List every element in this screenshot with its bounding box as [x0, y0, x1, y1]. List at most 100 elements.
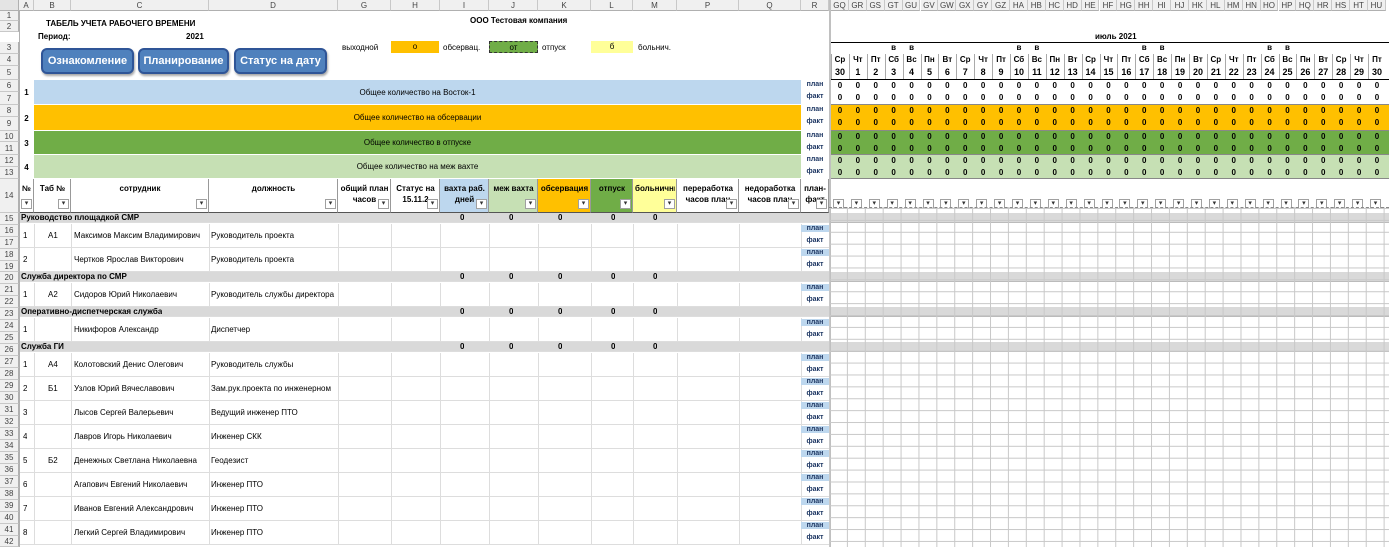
row-header[interactable]: 26 — [0, 344, 19, 356]
row-header[interactable]: 1 — [0, 11, 19, 21]
row-header[interactable]: 9 — [0, 117, 19, 131]
column-header[interactable]: J — [489, 0, 538, 11]
row-header[interactable]: 14 — [0, 179, 19, 213]
column-header[interactable]: GW — [938, 0, 957, 11]
employee-name[interactable]: Никифоров Александр — [74, 326, 208, 334]
employee-name[interactable]: Максимов Максим Владимирович — [74, 232, 208, 240]
row-header[interactable]: 17 — [0, 237, 19, 249]
row-header[interactable]: 28 — [0, 368, 19, 380]
status-date-button[interactable]: Статус на дату — [234, 48, 327, 74]
column-header[interactable]: HU — [1368, 0, 1386, 11]
column-header[interactable]: GU — [902, 0, 921, 11]
employee-position[interactable]: Инженер ПТО — [211, 481, 337, 489]
column-header[interactable]: Q — [739, 0, 801, 11]
column-header[interactable]: HJ — [1171, 0, 1189, 11]
row-header[interactable]: 20 — [0, 272, 19, 284]
column-header[interactable]: GS — [866, 0, 885, 11]
employee-position[interactable]: Геодезист — [211, 457, 337, 465]
employee-position[interactable]: Руководитель службы директора — [211, 291, 337, 299]
column-header[interactable]: K — [538, 0, 591, 11]
column-header[interactable]: I — [440, 0, 489, 11]
row-header[interactable]: 24 — [0, 320, 19, 332]
employee-name[interactable]: Денежных Светлана Николаевна — [74, 457, 208, 465]
planning-button[interactable]: Планирование — [138, 48, 229, 74]
row-header[interactable]: 4 — [0, 54, 19, 66]
employee-position[interactable]: Инженер ПТО — [211, 529, 337, 537]
column-header[interactable]: HS — [1332, 0, 1351, 11]
column-header[interactable]: HI — [1153, 0, 1172, 11]
column-header[interactable]: HC — [1045, 0, 1064, 11]
column-header[interactable]: HO — [1260, 0, 1279, 11]
employee-name[interactable]: Легкий Сергей Владимирович — [74, 529, 208, 537]
corner-cell[interactable] — [0, 0, 19, 11]
filter-dropdown[interactable]: ▾ — [21, 199, 32, 209]
column-header[interactable]: D — [209, 0, 338, 11]
row-header[interactable]: 30 — [0, 392, 19, 404]
column-header[interactable]: HR — [1314, 0, 1333, 11]
employee-position[interactable]: Руководитель службы — [211, 361, 337, 369]
employee-name[interactable]: Иванов Евгений Александрович — [74, 505, 208, 513]
column-header[interactable]: G — [338, 0, 391, 11]
filter-dropdown[interactable]: ▾ — [788, 199, 799, 209]
row-header[interactable]: 32 — [0, 416, 19, 428]
filter-dropdown[interactable]: ▾ — [525, 199, 536, 209]
column-header[interactable]: HH — [1135, 0, 1154, 11]
column-header[interactable]: GT — [884, 0, 903, 11]
row-header[interactable]: 11 — [0, 142, 19, 155]
row-header[interactable]: 39 — [0, 500, 19, 512]
row-header[interactable]: 23 — [0, 308, 19, 320]
employee-name[interactable]: Агапович Евгений Николаевич — [74, 481, 208, 489]
row-header[interactable]: 7 — [0, 92, 19, 105]
column-header[interactable]: GX — [956, 0, 975, 11]
row-header[interactable]: 5 — [0, 66, 19, 80]
row-header[interactable]: 37 — [0, 476, 19, 488]
row-header[interactable]: 16 — [0, 225, 19, 237]
column-header[interactable]: GR — [848, 0, 867, 11]
column-header[interactable]: HK — [1189, 0, 1207, 11]
row-header[interactable]: 40 — [0, 512, 19, 524]
column-header[interactable]: B — [34, 0, 71, 11]
filter-dropdown[interactable]: ▾ — [58, 199, 69, 209]
column-header[interactable]: HP — [1278, 0, 1297, 11]
period-year[interactable]: 2021 — [186, 33, 204, 41]
row-header[interactable]: 21 — [0, 284, 19, 296]
filter-dropdown[interactable]: ▾ — [378, 199, 389, 209]
employee-name[interactable]: Лысов Сергей Валерьевич — [74, 409, 208, 417]
filter-dropdown[interactable]: ▾ — [476, 199, 487, 209]
row-header[interactable]: 38 — [0, 488, 19, 500]
employee-name[interactable]: Чертков Ярослав Викторович — [74, 256, 208, 264]
row-header[interactable]: 35 — [0, 452, 19, 464]
column-header[interactable]: HN — [1242, 0, 1261, 11]
column-header[interactable]: HT — [1350, 0, 1368, 11]
column-header[interactable]: HG — [1117, 0, 1136, 11]
filter-dropdown[interactable]: ▾ — [664, 199, 675, 209]
column-header[interactable]: HE — [1081, 0, 1100, 11]
row-header[interactable]: 8 — [0, 105, 19, 117]
employee-name[interactable]: Лавров Игорь Николаевич — [74, 433, 208, 441]
column-header[interactable]: HL — [1206, 0, 1225, 11]
row-header[interactable]: 29 — [0, 380, 19, 392]
row-header[interactable]: 36 — [0, 464, 19, 476]
employee-position[interactable]: Руководитель проекта — [211, 232, 337, 240]
row-header[interactable]: 13 — [0, 167, 19, 179]
row-header[interactable]: 2 — [0, 21, 19, 32]
day-grid[interactable] — [829, 207, 1389, 547]
row-header[interactable]: 12 — [0, 155, 19, 167]
filter-dropdown[interactable]: ▾ — [726, 199, 737, 209]
column-header[interactable]: HM — [1224, 0, 1243, 11]
column-header[interactable]: H — [391, 0, 440, 11]
employee-position[interactable]: Диспетчер — [211, 326, 337, 334]
row-header[interactable]: 15 — [0, 213, 19, 225]
row-header[interactable]: 41 — [0, 524, 19, 536]
row-header[interactable]: 6 — [0, 80, 19, 92]
employee-position[interactable]: Инженер ПТО — [211, 505, 337, 513]
column-header[interactable]: GZ — [992, 0, 1010, 11]
column-header[interactable]: A — [19, 0, 34, 11]
column-header[interactable]: L — [591, 0, 633, 11]
row-header[interactable]: 10 — [0, 131, 19, 142]
filter-dropdown[interactable]: ▾ — [325, 199, 336, 209]
filter-dropdown[interactable]: ▾ — [816, 199, 827, 209]
review-button[interactable]: Ознакомление — [41, 48, 134, 74]
row-header[interactable]: 19 — [0, 261, 19, 272]
filter-dropdown[interactable]: ▾ — [578, 199, 589, 209]
